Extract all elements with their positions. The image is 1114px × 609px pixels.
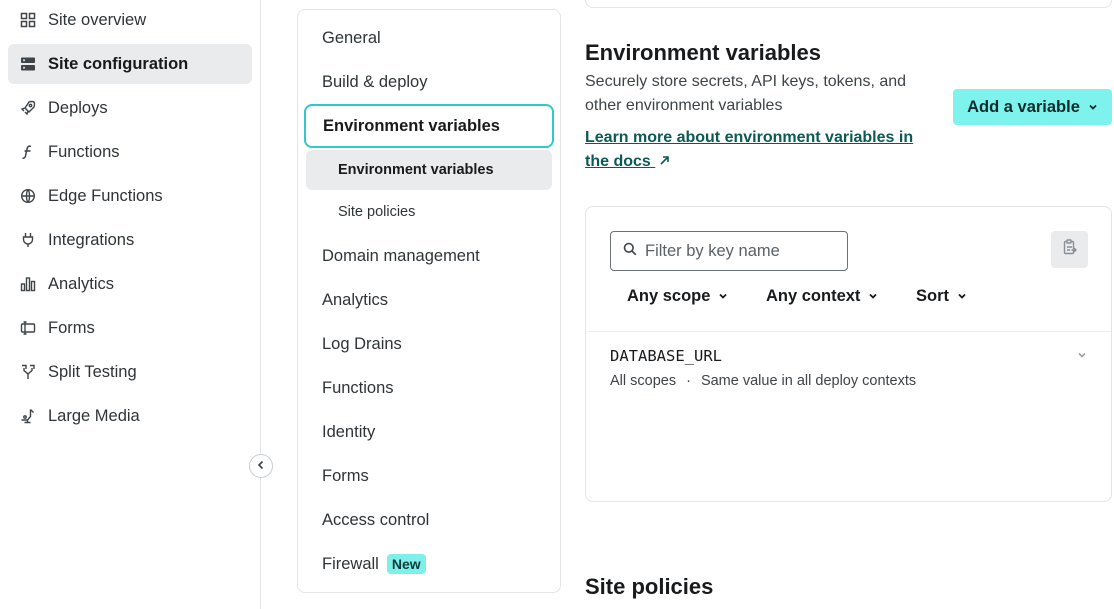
nav-item-forms[interactable]: Forms	[8, 308, 252, 348]
sort-dropdown[interactable]: Sort	[916, 287, 967, 306]
variables-panel: Any scope Any context Sort DATABASE_URL …	[585, 206, 1112, 502]
import-clipboard-button[interactable]	[1051, 231, 1088, 268]
sort-label: Sort	[916, 287, 949, 305]
docs-link-text: Learn more about environment variables i…	[585, 129, 914, 170]
chevron-down-icon	[718, 287, 728, 306]
docs-link[interactable]: Learn more about environment variables i…	[585, 126, 925, 174]
separator-dot: ·	[686, 373, 691, 389]
nav-item-label: Deploys	[48, 98, 108, 117]
settings-item-environment-variables[interactable]: Environment variables	[304, 104, 554, 148]
variable-meta: All scopes · Same value in all deploy cont…	[610, 373, 916, 389]
nav-item-label: Split Testing	[48, 362, 137, 381]
chevron-down-icon[interactable]	[1074, 347, 1090, 363]
settings-item-build-deploy[interactable]: Build & deploy	[322, 70, 428, 94]
nav-item-site-configuration[interactable]: Site configuration	[8, 44, 252, 84]
nav-item-label: Forms	[48, 318, 95, 337]
add-variable-button[interactable]: Add a variable	[953, 89, 1112, 125]
settings-item-general[interactable]: General	[322, 26, 381, 50]
collapse-sidebar-button[interactable]	[249, 454, 273, 478]
nav-item-split-testing[interactable]: Split Testing	[8, 352, 252, 392]
external-link-icon	[659, 150, 670, 174]
app-sidebar: Site overview Site configuration Deploys…	[0, 0, 261, 609]
settings-item-identity[interactable]: Identity	[322, 420, 375, 444]
nav-item-label: Site configuration	[48, 54, 189, 73]
divider	[586, 331, 1111, 332]
settings-item-label: Firewall	[322, 554, 379, 573]
filter-key-input[interactable]	[645, 241, 835, 261]
split-icon	[20, 364, 36, 380]
chevron-down-icon	[1088, 98, 1098, 117]
plug-icon	[20, 232, 36, 248]
settings-item-log-drains[interactable]: Log Drains	[322, 332, 402, 356]
rocket-icon	[20, 100, 36, 116]
add-variable-label: Add a variable	[967, 97, 1080, 116]
globe-icon	[20, 188, 36, 204]
nav-item-large-media[interactable]: Large Media	[8, 396, 252, 436]
chevron-left-icon	[256, 457, 266, 475]
env-section-description: Securely store secrets, API keys, tokens…	[585, 73, 907, 114]
settings-nav: General Build & deploy Environment varia…	[297, 9, 561, 593]
nav-item-label: Edge Functions	[48, 186, 163, 205]
new-badge: New	[386, 554, 426, 574]
grid-icon	[20, 12, 36, 28]
policies-section-title: Site policies	[585, 574, 714, 599]
scope-filter-dropdown[interactable]: Any scope	[627, 287, 728, 306]
settings-subitem-site-policies[interactable]: Site policies	[306, 192, 552, 232]
settings-item-firewall[interactable]: Firewall New	[322, 552, 426, 576]
search-icon	[623, 242, 637, 261]
clipboard-icon	[1062, 239, 1078, 260]
chevron-down-icon	[868, 287, 878, 306]
nav-item-label: Functions	[48, 142, 120, 161]
nav-item-label: Large Media	[48, 406, 140, 425]
nav-item-functions[interactable]: Functions	[8, 132, 252, 172]
nav-item-label: Integrations	[48, 230, 135, 249]
settings-item-functions[interactable]: Functions	[322, 376, 394, 400]
settings-item-access-control[interactable]: Access control	[322, 508, 429, 532]
variable-key: DATABASE_URL	[610, 347, 722, 365]
env-section-title: Environment variables	[585, 40, 821, 65]
function-icon	[20, 144, 36, 160]
variable-scope: All scopes	[610, 373, 677, 389]
nav-item-label: Site overview	[48, 10, 147, 29]
filter-input-wrapper	[610, 231, 848, 271]
context-filter-label: Any context	[766, 287, 861, 305]
form-icon	[20, 320, 36, 336]
chevron-down-icon	[957, 287, 967, 306]
context-filter-dropdown[interactable]: Any context	[766, 287, 878, 306]
settings-item-domain-management[interactable]: Domain management	[322, 244, 480, 268]
variable-context: Same value in all deploy contexts	[700, 373, 917, 389]
settings-item-analytics[interactable]: Analytics	[322, 288, 388, 312]
media-icon	[20, 408, 36, 424]
nav-item-site-overview[interactable]: Site overview	[8, 0, 252, 40]
nav-item-deploys[interactable]: Deploys	[8, 88, 252, 128]
nav-item-label: Analytics	[48, 274, 115, 293]
nav-item-integrations[interactable]: Integrations	[8, 220, 252, 260]
previous-section-card	[585, 0, 1112, 8]
settings-item-forms[interactable]: Forms	[322, 464, 369, 488]
server-icon	[20, 56, 36, 72]
settings-subitem-environment-variables[interactable]: Environment variables	[306, 150, 552, 190]
nav-item-analytics[interactable]: Analytics	[8, 264, 252, 304]
bar-chart-icon	[20, 276, 36, 292]
scope-filter-label: Any scope	[627, 287, 711, 305]
nav-item-edge-functions[interactable]: Edge Functions	[8, 176, 252, 216]
